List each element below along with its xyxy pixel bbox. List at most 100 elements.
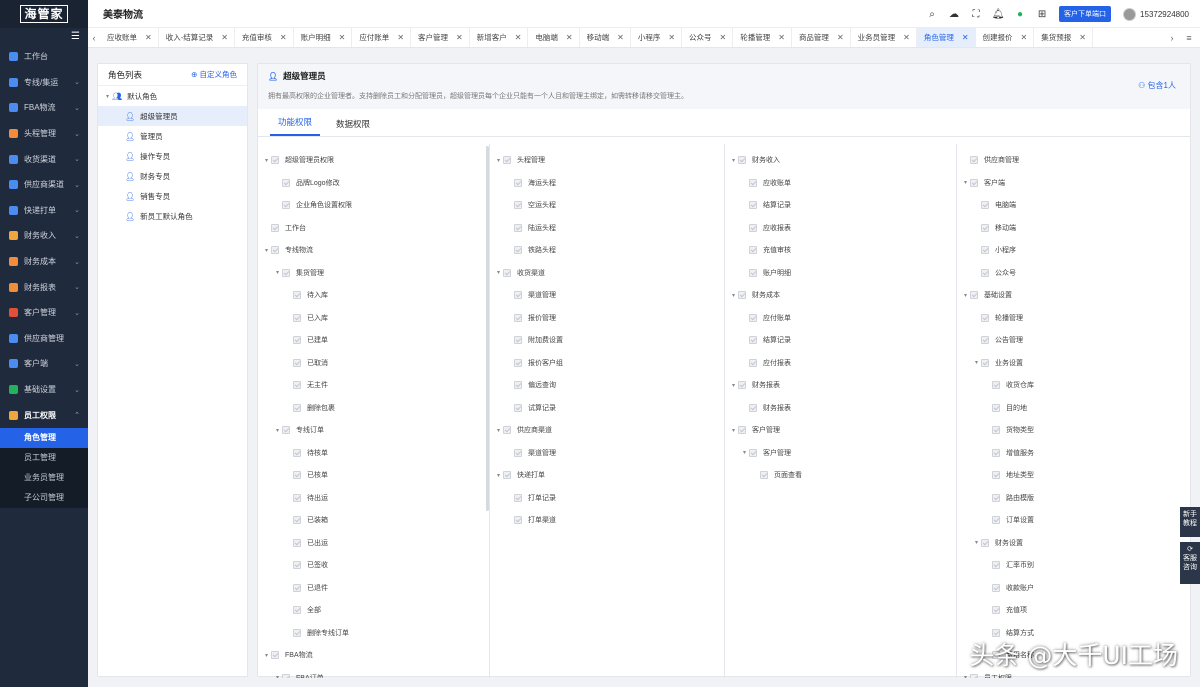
permission-checkbox[interactable]	[992, 426, 1000, 434]
close-icon[interactable]: ✕	[515, 33, 522, 42]
permission-checkbox[interactable]	[970, 178, 978, 187]
permission-checkbox[interactable]	[738, 426, 746, 434]
permission-checkbox[interactable]	[514, 223, 522, 232]
tab-function-permissions[interactable]: 功能权限	[270, 116, 321, 136]
permission-checkbox[interactable]	[738, 291, 746, 299]
customer-portal-button[interactable]: 客户下单端口	[1059, 6, 1112, 22]
permission-checkbox[interactable]	[970, 156, 978, 164]
tab-item[interactable]: 客户管理 ✕	[411, 28, 470, 47]
permission-checkbox[interactable]	[514, 336, 522, 344]
caret-down-icon[interactable]: ▾	[729, 292, 738, 299]
caret-down-icon[interactable]: ▾	[262, 247, 271, 254]
permission-checkbox[interactable]	[514, 178, 522, 187]
close-icon[interactable]: ✕	[339, 33, 346, 42]
tab-item[interactable]: 小程序 ✕	[631, 28, 683, 47]
permission-checkbox[interactable]	[514, 246, 522, 254]
sidebar-subitem[interactable]: 角色管理	[0, 427, 88, 448]
permission-checkbox[interactable]	[514, 403, 522, 412]
permission-checkbox[interactable]	[981, 223, 989, 232]
sidebar-item[interactable]: 基础设置 ⌄	[0, 377, 88, 403]
chevron-down-icon[interactable]: ⌄	[74, 78, 80, 86]
sidebar-item[interactable]: 供应商管理	[0, 326, 88, 352]
sidebar-subitem[interactable]: 员工管理	[0, 448, 88, 468]
permission-checkbox[interactable]	[282, 201, 290, 209]
close-icon[interactable]: ✕	[280, 33, 287, 42]
chevron-down-icon[interactable]: ⌄	[74, 360, 80, 368]
permission-checkbox[interactable]	[293, 448, 301, 457]
collapse-menu-icon[interactable]: ☰	[0, 28, 88, 44]
tab-item[interactable]: 新增客户 ✕	[470, 28, 529, 47]
sidebar-subitem[interactable]: 业务员管理	[0, 468, 88, 488]
chevron-down-icon[interactable]: ⌄	[74, 181, 80, 189]
permission-checkbox[interactable]	[749, 448, 757, 457]
permission-checkbox[interactable]	[760, 471, 768, 479]
chevron-down-icon[interactable]: ⌄	[74, 104, 80, 112]
sidebar-item[interactable]: 头程管理 ⌄	[0, 121, 88, 147]
permission-checkbox[interactable]	[293, 358, 301, 367]
user-phone[interactable]: 15372924800	[1140, 10, 1189, 19]
close-icon[interactable]: ✕	[778, 33, 785, 42]
chevron-down-icon[interactable]: ⌄	[74, 206, 80, 214]
permission-checkbox[interactable]	[293, 381, 301, 389]
permission-checkbox[interactable]	[981, 246, 989, 254]
permission-checkbox[interactable]	[749, 336, 757, 344]
caret-down-icon[interactable]: ▾	[273, 269, 282, 276]
role-item[interactable]: 👤︎ 销售专员	[98, 186, 247, 206]
sidebar-item[interactable]: 收货渠道 ⌄	[0, 146, 88, 172]
caret-down-icon[interactable]: ▾	[961, 674, 970, 678]
permission-checkbox[interactable]	[514, 493, 522, 502]
permission-checkbox[interactable]	[749, 268, 757, 277]
permission-checkbox[interactable]	[992, 381, 1000, 389]
caret-down-icon[interactable]: ▾	[972, 539, 981, 546]
permission-checkbox[interactable]	[293, 313, 301, 322]
permission-checkbox[interactable]	[503, 268, 511, 277]
chevron-down-icon[interactable]: ⌄	[74, 130, 80, 138]
sidebar-item[interactable]: 财务成本 ⌄	[0, 249, 88, 275]
permission-checkbox[interactable]	[293, 336, 301, 344]
permission-checkbox[interactable]	[282, 268, 290, 277]
wechat-icon[interactable]: ●	[1009, 9, 1031, 20]
close-icon[interactable]: ✕	[720, 33, 727, 42]
add-custom-role-button[interactable]: ⊕ 自定义角色	[191, 69, 237, 80]
permission-checkbox[interactable]	[992, 606, 1000, 614]
permission-checkbox[interactable]	[514, 291, 522, 299]
avatar[interactable]	[1123, 7, 1137, 21]
tab-menu-icon[interactable]: ≡	[1178, 33, 1200, 43]
chevron-down-icon[interactable]: ⌄	[74, 155, 80, 163]
tab-item[interactable]: 账户明细 ✕	[294, 28, 353, 47]
sidebar-item[interactable]: 财务报表 ⌄	[0, 274, 88, 300]
permission-checkbox[interactable]	[271, 223, 279, 232]
fullscreen-icon[interactable]: ⛶	[965, 9, 987, 20]
sidebar-item[interactable]: 员工权限 ⌃	[0, 402, 88, 428]
permission-checkbox[interactable]	[514, 381, 522, 389]
chevron-down-icon[interactable]: ⌄	[74, 386, 80, 394]
chevron-down-icon[interactable]: ⌄	[74, 258, 80, 266]
permission-checkbox[interactable]	[271, 651, 279, 659]
permission-checkbox[interactable]	[293, 561, 301, 569]
permission-checkbox[interactable]	[981, 336, 989, 344]
customer-service-button[interactable]: ⟳ 客服咨询	[1180, 542, 1200, 584]
caret-down-icon[interactable]: ▾	[740, 449, 749, 456]
tab-data-permissions[interactable]: 数据权限	[328, 118, 378, 136]
member-count-link[interactable]: ⚇ 包含1人	[1138, 80, 1176, 91]
tab-item[interactable]: 轮播管理 ✕	[733, 28, 792, 47]
permission-checkbox[interactable]	[970, 673, 978, 678]
chevron-down-icon[interactable]: ⌄	[74, 232, 80, 240]
caret-down-icon[interactable]: ▾	[494, 157, 503, 164]
caret-down-icon[interactable]: ▾	[273, 674, 282, 678]
permission-checkbox[interactable]	[282, 426, 290, 434]
sidebar-item[interactable]: FBA物流 ⌄	[0, 95, 88, 121]
tab-item[interactable]: 商品管理 ✕	[792, 28, 851, 47]
chevron-up-icon[interactable]: ⌃	[74, 411, 80, 419]
sidebar-item[interactable]: 快递打单 ⌄	[0, 198, 88, 224]
caret-down-icon[interactable]: ▾	[494, 427, 503, 434]
role-item[interactable]: 👤︎ 财务专员	[98, 166, 247, 186]
tab-item[interactable]: 公众号 ✕	[682, 28, 734, 47]
close-icon[interactable]: ✕	[397, 33, 404, 42]
close-icon[interactable]: ✕	[1079, 33, 1086, 42]
permission-checkbox[interactable]	[981, 201, 989, 209]
scrollbar[interactable]	[486, 146, 489, 511]
permission-checkbox[interactable]	[749, 246, 757, 254]
caret-down-icon[interactable]: ▾	[729, 427, 738, 434]
permission-checkbox[interactable]	[749, 358, 757, 367]
